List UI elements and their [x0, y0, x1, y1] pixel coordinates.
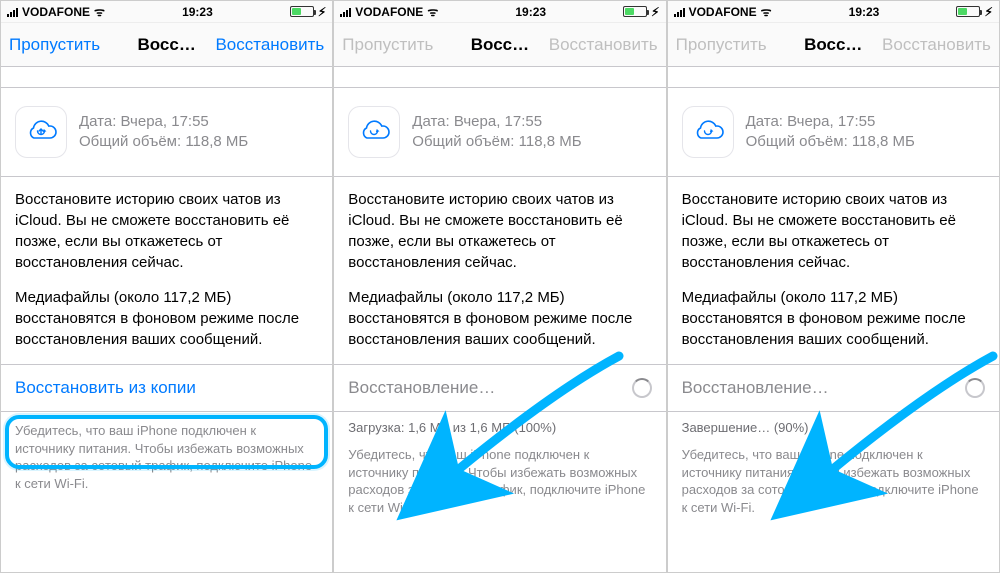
skip-button: Пропустить	[342, 35, 433, 55]
content: Дата: Вчера, 17:55 Общий объём: 118,8 МБ…	[1, 67, 332, 572]
cloud-restore-icon	[682, 106, 734, 158]
status-bar: VODAFONE ᯤ 19:23 ⚡︎	[1, 1, 332, 23]
description-text: Восстановите историю своих чатов из iClo…	[334, 177, 665, 358]
content: Дата: Вчера, 17:55 Общий объём: 118,8 МБ…	[334, 67, 665, 572]
clock: 19:23	[515, 5, 546, 19]
footnote-text: Убедитесь, что ваш iPhone подключен к ис…	[1, 412, 332, 506]
wifi-icon: ᯤ	[94, 6, 105, 18]
description-text: Восстановите историю своих чатов из iClo…	[668, 177, 999, 358]
description-p1: Восстановите историю своих чатов из iClo…	[348, 189, 651, 273]
backup-info-row: Дата: Вчера, 17:55 Общий объём: 118,8 МБ	[334, 87, 665, 177]
screen-3: VODAFONE ᯤ 19:23 ⚡︎ Пропустить Восс… Вос…	[667, 0, 1000, 573]
battery-icon	[290, 6, 314, 17]
restore-progress-row: Восстановление…	[334, 364, 665, 412]
restore-from-backup-button[interactable]: Восстановить из копии	[1, 364, 332, 412]
carrier-label: VODAFONE	[22, 5, 90, 19]
restore-label: Восстановить из копии	[15, 378, 196, 398]
carrier-label: VODAFONE	[689, 5, 757, 19]
restore-label: Восстановление…	[682, 378, 829, 398]
nav-bar: Пропустить Восс… Восстановить	[668, 23, 999, 67]
backup-date: Дата: Вчера, 17:55	[746, 112, 915, 132]
spinner-icon	[632, 378, 652, 398]
signal-icon	[674, 7, 685, 17]
clock: 19:23	[849, 5, 880, 19]
restore-label: Восстановление…	[348, 378, 495, 398]
status-bar: VODAFONE ᯤ 19:23 ⚡︎	[334, 1, 665, 23]
wifi-icon: ᯤ	[761, 6, 772, 18]
charging-icon: ⚡︎	[651, 5, 659, 19]
charging-icon: ⚡︎	[318, 5, 326, 19]
status-bar: VODAFONE ᯤ 19:23 ⚡︎	[668, 1, 999, 23]
charging-icon: ⚡︎	[984, 5, 992, 19]
clock: 19:23	[182, 5, 213, 19]
description-text: Восстановите историю своих чатов из iClo…	[1, 177, 332, 358]
skip-button[interactable]: Пропустить	[9, 35, 100, 55]
description-p2: Медиафайлы (около 117,2 МБ) восстановятс…	[348, 287, 651, 350]
progress-detail: Загрузка: 1,6 МБ из 1,6 МБ (100%)	[334, 412, 665, 436]
backup-size: Общий объём: 118,8 МБ	[79, 132, 248, 152]
skip-button: Пропустить	[676, 35, 767, 55]
description-p1: Восстановите историю своих чатов из iClo…	[15, 189, 318, 273]
restore-nav-button[interactable]: Восстановить	[215, 35, 324, 55]
content: Дата: Вчера, 17:55 Общий объём: 118,8 МБ…	[668, 67, 999, 572]
description-p2: Медиафайлы (около 117,2 МБ) восстановятс…	[682, 287, 985, 350]
signal-icon	[340, 7, 351, 17]
backup-date: Дата: Вчера, 17:55	[412, 112, 581, 132]
wifi-icon: ᯤ	[427, 6, 438, 18]
backup-size: Общий объём: 118,8 МБ	[746, 132, 915, 152]
cloud-restore-icon	[348, 106, 400, 158]
spinner-icon	[965, 378, 985, 398]
backup-info-row: Дата: Вчера, 17:55 Общий объём: 118,8 МБ	[668, 87, 999, 177]
restore-progress-row: Восстановление…	[668, 364, 999, 412]
signal-icon	[7, 7, 18, 17]
description-p2: Медиафайлы (около 117,2 МБ) восстановятс…	[15, 287, 318, 350]
nav-bar: Пропустить Восс… Восстановить	[1, 23, 332, 67]
progress-detail: Завершение… (90%)	[668, 412, 999, 436]
description-p1: Восстановите историю своих чатов из iClo…	[682, 189, 985, 273]
backup-size: Общий объём: 118,8 МБ	[412, 132, 581, 152]
footnote-text: Убедитесь, что ваш iPhone подключен к ис…	[334, 436, 665, 530]
battery-icon	[623, 6, 647, 17]
backup-info-row: Дата: Вчера, 17:55 Общий объём: 118,8 МБ	[1, 87, 332, 177]
screen-2: VODAFONE ᯤ 19:23 ⚡︎ Пропустить Восс… Вос…	[333, 0, 666, 573]
carrier-label: VODAFONE	[355, 5, 423, 19]
restore-nav-button: Восстановить	[549, 35, 658, 55]
battery-icon	[956, 6, 980, 17]
footnote-text: Убедитесь, что ваш iPhone подключен к ис…	[668, 436, 999, 530]
backup-date: Дата: Вчера, 17:55	[79, 112, 248, 132]
screen-1: VODAFONE ᯤ 19:23 ⚡︎ Пропустить Восс… Вос…	[0, 0, 333, 573]
cloud-restore-icon	[15, 106, 67, 158]
restore-nav-button: Восстановить	[882, 35, 991, 55]
nav-bar: Пропустить Восс… Восстановить	[334, 23, 665, 67]
